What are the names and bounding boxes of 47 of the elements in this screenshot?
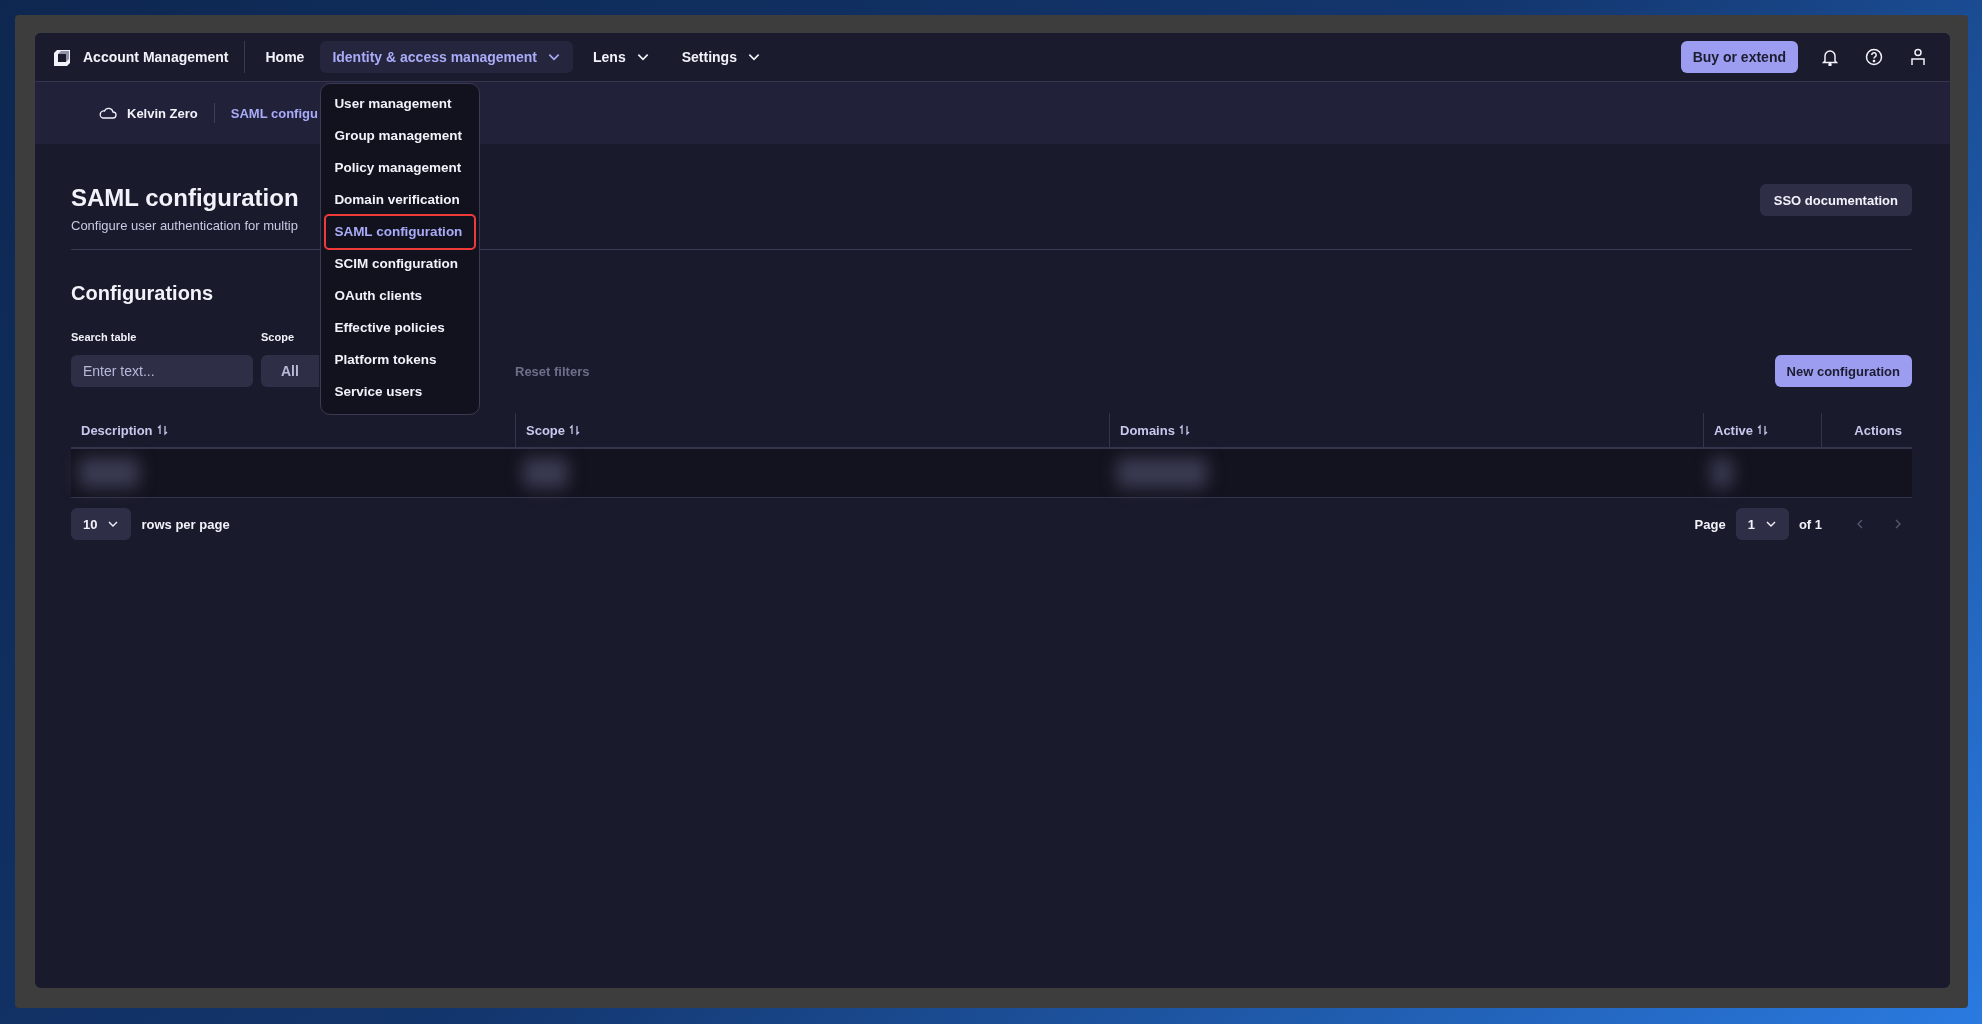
nav-tab[interactable]: Home xyxy=(253,41,317,73)
redacted-text xyxy=(523,458,568,488)
column-header: Actions xyxy=(1821,413,1912,447)
redacted-text xyxy=(79,458,139,488)
menu-item[interactable]: SAML configuration xyxy=(326,216,475,248)
page-select[interactable]: 1 xyxy=(1735,508,1789,540)
page-label: Page xyxy=(1694,516,1726,532)
page-title: SAML configuration xyxy=(71,184,299,212)
buy-button[interactable]: Buy or extend xyxy=(1680,41,1798,73)
menu-item[interactable]: Service users xyxy=(326,376,475,408)
nav-tab[interactable]: Identity & access management xyxy=(320,41,573,73)
menu-item[interactable]: Platform tokens xyxy=(326,344,475,376)
menu-item[interactable]: OAuth clients xyxy=(326,280,475,312)
column-header[interactable]: Domains xyxy=(1109,413,1703,447)
sort-icon xyxy=(1757,424,1769,436)
rows-per-page-label: rows per page xyxy=(141,516,230,532)
menu-item[interactable]: User management xyxy=(326,88,475,120)
column-header[interactable]: Description xyxy=(71,413,515,447)
breadcrumb-link[interactable]: SAML configu xyxy=(230,105,318,121)
search-field[interactable]: Enter text... xyxy=(71,355,253,387)
sort-icon xyxy=(569,424,580,436)
menu-item[interactable]: Effective policies xyxy=(326,312,475,344)
scope-select[interactable]: All xyxy=(261,355,319,387)
sort-icon xyxy=(1178,424,1190,436)
breadcrumb-link[interactable]: Kelvin Zero xyxy=(127,105,198,121)
redacted-text xyxy=(1711,458,1733,488)
cube-logo-icon xyxy=(53,47,73,67)
menu-item[interactable]: Policy management xyxy=(326,152,475,184)
page-subtitle: Configure user authentication for multip xyxy=(71,218,299,233)
menu-item[interactable]: SCIM configuration xyxy=(326,248,475,280)
sort-icon xyxy=(156,424,168,436)
field-label: Scope xyxy=(261,331,295,343)
reset-filters-button[interactable]: Reset filters xyxy=(509,355,596,387)
column-header[interactable]: Active xyxy=(1703,413,1821,447)
section-title: Configurations xyxy=(71,282,214,305)
rows-per-page-select[interactable]: 10 xyxy=(71,508,132,540)
nav-tab[interactable]: Lens xyxy=(581,41,662,73)
new-configuration-button[interactable]: New configuration xyxy=(1774,355,1912,387)
page-count: of 1 xyxy=(1798,516,1822,532)
cloud-icon xyxy=(99,107,117,119)
field-label: Search table xyxy=(71,331,138,343)
app-name: Account Management xyxy=(83,49,229,65)
menu-item[interactable]: Domain verification xyxy=(326,184,475,216)
documentation-button[interactable]: SSO documentation xyxy=(1759,184,1912,216)
column-header[interactable]: Scope xyxy=(515,413,1109,447)
nav-tab[interactable]: Settings xyxy=(669,41,773,73)
menu-item[interactable]: Group management xyxy=(326,120,475,152)
